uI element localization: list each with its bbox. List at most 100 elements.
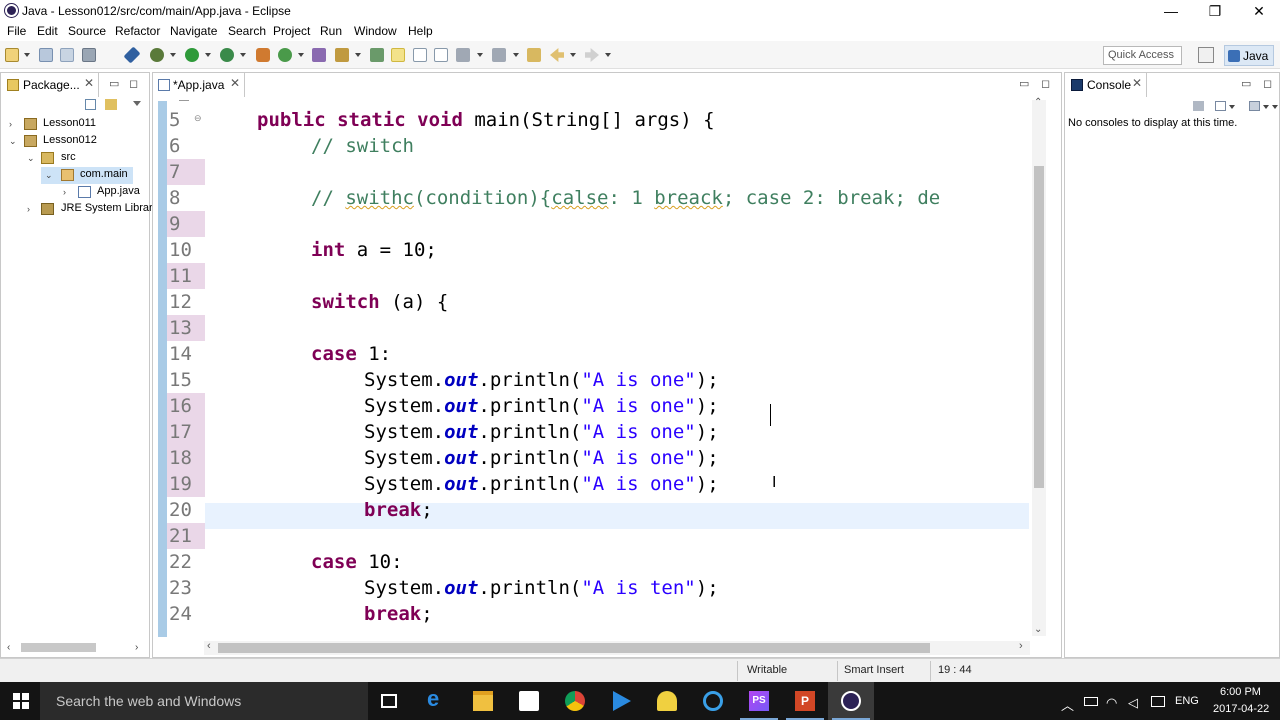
print-icon[interactable] (82, 48, 96, 62)
run-dropdown-icon[interactable] (205, 53, 211, 57)
prev-annotation-dropdown-icon[interactable] (513, 53, 519, 57)
collapse-arrow-icon[interactable]: ⌄ (27, 153, 35, 164)
action-center-icon[interactable] (1151, 696, 1165, 707)
clock-date[interactable]: 2017-04-22 (1213, 703, 1269, 715)
cortana-app-button[interactable] (690, 682, 736, 720)
save-all-icon[interactable] (60, 48, 74, 62)
tree-item-jre-system-library[interactable]: › JRE System Librar (1, 201, 153, 218)
open-type-icon[interactable] (312, 48, 326, 62)
new-java-project-icon[interactable] (278, 48, 292, 62)
menu-file[interactable]: File (7, 24, 26, 38)
scroll-left-arrow-icon[interactable]: ‹ (207, 640, 211, 652)
menu-refactor[interactable]: Refactor (115, 24, 160, 38)
block-selection-icon[interactable] (413, 48, 427, 62)
mark-occurrences-icon[interactable] (391, 48, 405, 62)
debug-dropdown-icon[interactable] (170, 53, 176, 57)
back-icon[interactable] (550, 48, 564, 62)
debug-icon[interactable] (150, 48, 164, 62)
maximize-button[interactable]: ❐ (1192, 0, 1238, 22)
minimize-view-icon[interactable]: ▭ (1241, 77, 1251, 90)
view-menu-icon[interactable] (1272, 105, 1278, 109)
eclipse-button[interactable] (828, 682, 874, 720)
tree-item-src[interactable]: ⌄ src (1, 150, 149, 167)
menu-run[interactable]: Run (320, 24, 342, 38)
run-icon[interactable] (185, 48, 199, 62)
tray-expand-icon[interactable]: ︿ (1061, 695, 1074, 714)
tree-item-com-main[interactable]: ⌄ com.main (41, 167, 133, 184)
forward-dropdown-icon[interactable] (605, 53, 611, 57)
wifi-icon[interactable]: ◠ (1106, 695, 1117, 711)
open-perspective-icon[interactable] (1198, 47, 1214, 63)
scroll-up-arrow-icon[interactable]: ⌃ (1034, 97, 1042, 108)
open-console-dropdown-icon[interactable] (1263, 105, 1269, 109)
vertical-scrollbar-thumb[interactable] (1034, 166, 1044, 488)
taskbar-search-box[interactable]: Search the web and Windows (40, 682, 368, 720)
battery-icon[interactable] (1084, 697, 1098, 706)
menu-project[interactable]: Project (273, 24, 310, 38)
close-icon[interactable]: ✕ (84, 76, 94, 90)
back-dropdown-icon[interactable] (570, 53, 576, 57)
scroll-left-arrow-icon[interactable]: ‹ (7, 642, 10, 653)
menu-source[interactable]: Source (68, 24, 106, 38)
search-icon[interactable] (335, 48, 349, 62)
next-annotation-dropdown-icon[interactable] (477, 53, 483, 57)
tree-item-lesson012[interactable]: ⌄ Lesson012 (1, 133, 149, 150)
coverage-icon[interactable] (220, 48, 234, 62)
editor-tab-app-java[interactable]: *App.java ✕ (153, 73, 245, 97)
menu-window[interactable]: Window (354, 24, 397, 38)
open-task-icon[interactable] (370, 48, 384, 62)
task-view-button[interactable] (368, 682, 414, 720)
pin-icon[interactable] (123, 46, 141, 64)
expand-arrow-icon[interactable]: › (63, 187, 66, 197)
maximize-view-icon[interactable]: ◻ (129, 77, 138, 90)
code-text-area[interactable]: 5 6 7 8 9 10 11 12 13 14 15 16 17 18 19 … (167, 101, 1029, 637)
last-edit-icon[interactable] (527, 48, 541, 62)
save-icon[interactable] (39, 48, 53, 62)
fold-toggle-icon[interactable]: ⊖ (194, 113, 202, 124)
menu-search[interactable]: Search (228, 24, 266, 38)
open-console-icon[interactable] (1249, 101, 1260, 111)
menu-edit[interactable]: Edit (37, 24, 58, 38)
display-console-dropdown-icon[interactable] (1229, 105, 1235, 109)
external-tools-icon[interactable] (256, 48, 270, 62)
maximize-view-icon[interactable]: ◻ (1263, 77, 1272, 90)
package-explorer-tab[interactable]: Package... ✕ (1, 73, 99, 97)
view-menu-icon[interactable] (133, 101, 141, 106)
menu-help[interactable]: Help (408, 24, 433, 38)
maximize-editor-icon[interactable]: ◻ (1041, 77, 1050, 90)
prev-annotation-icon[interactable] (492, 48, 506, 62)
tree-item-lesson011[interactable]: › Lesson011 (1, 116, 149, 133)
minimize-editor-icon[interactable]: ▭ (1019, 77, 1029, 90)
powerpoint-button[interactable]: P (782, 682, 828, 720)
java-perspective-button[interactable]: Java (1224, 45, 1274, 66)
minimize-view-icon[interactable]: ▭ (109, 77, 119, 90)
menu-navigate[interactable]: Navigate (170, 24, 217, 38)
link-with-editor-icon[interactable] (105, 99, 117, 110)
display-console-icon[interactable] (1215, 101, 1226, 111)
edge-button[interactable]: e (414, 682, 460, 720)
volume-icon[interactable]: ◁ (1128, 695, 1138, 711)
new-dropdown-icon[interactable] (24, 53, 30, 57)
coverage-dropdown-icon[interactable] (240, 53, 246, 57)
forward-icon[interactable] (585, 48, 599, 62)
show-whitespace-icon[interactable] (434, 48, 448, 62)
pin-console-icon[interactable] (1193, 101, 1204, 111)
phpstorm-button[interactable]: PS (736, 682, 782, 720)
start-button[interactable] (0, 682, 40, 720)
status-insert-mode[interactable]: Smart Insert (844, 664, 904, 676)
horizontal-scrollbar-thumb[interactable] (21, 643, 96, 652)
console-tab[interactable]: Console ✕ (1065, 73, 1147, 97)
quick-access-field[interactable]: Quick Access (1103, 46, 1182, 65)
app-button[interactable] (644, 682, 690, 720)
collapse-arrow-icon[interactable]: ⌄ (45, 170, 53, 181)
language-indicator[interactable]: ENG (1175, 695, 1199, 707)
tree-item-app-java[interactable]: › App.java (1, 184, 149, 201)
new-icon[interactable] (5, 48, 19, 62)
collapse-all-icon[interactable] (85, 99, 96, 110)
file-explorer-button[interactable] (460, 682, 506, 720)
horizontal-scrollbar-thumb[interactable] (218, 643, 930, 653)
close-button[interactable]: ✕ (1236, 0, 1280, 22)
store-button[interactable] (506, 682, 552, 720)
close-icon[interactable]: ✕ (230, 76, 240, 90)
close-icon[interactable]: ✕ (1132, 76, 1142, 90)
